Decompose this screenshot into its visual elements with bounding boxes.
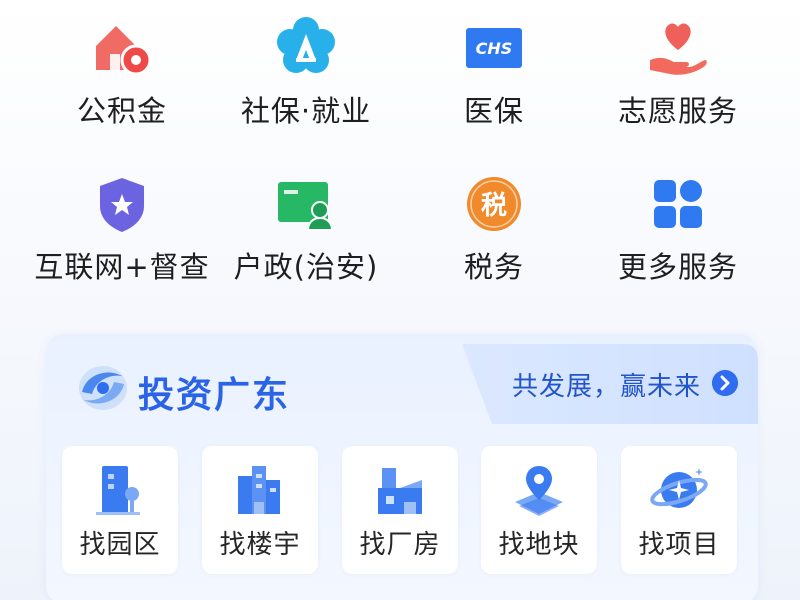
service-medical-insurance[interactable]: CHS 医保: [394, 0, 594, 150]
heart-hand-icon: [650, 23, 707, 75]
tile-label: 找园区: [79, 530, 161, 560]
tile-find-land[interactable]: 找地块: [481, 446, 597, 574]
service-label: 社保·就业: [240, 94, 372, 128]
land-pin-icon: [515, 466, 563, 516]
service-volunteer[interactable]: 志愿服务: [578, 0, 778, 150]
office-towers-icon: [238, 466, 280, 514]
service-grid: 公积金 社保·就业 CHS 医保 志愿服务 互联网+督查 户政(治安) 税 税务…: [0, 0, 800, 320]
service-household-registration[interactable]: 户政(治安): [206, 158, 406, 308]
tile-label: 找地块: [498, 530, 580, 560]
service-housing-fund[interactable]: 公积金: [22, 0, 222, 150]
invest-tiles: 找园区 找楼宇 找厂房 找地块 找项目: [62, 446, 742, 576]
service-label: 更多服务: [617, 250, 738, 284]
park-building-icon: [96, 466, 140, 515]
star-shield-icon: [100, 178, 144, 232]
service-label: 医保: [463, 94, 524, 128]
service-label: 公积金: [76, 94, 167, 128]
chevron-right-icon: [712, 370, 738, 396]
tax-glyph: 税: [481, 191, 507, 221]
grid-apps-icon: [654, 180, 702, 228]
service-label: 户政(治安): [233, 250, 379, 284]
social-security-flower-icon: [277, 17, 335, 73]
service-label: 互联网+督查: [34, 250, 210, 284]
tile-find-building[interactable]: 找楼宇: [202, 446, 318, 574]
service-internet-inspection[interactable]: 互联网+督查: [22, 158, 222, 308]
slogan-text: 共发展，赢未来: [512, 372, 702, 402]
invest-title: 投资广东: [138, 375, 291, 416]
tile-find-factory[interactable]: 找厂房: [342, 446, 458, 574]
tile-label: 找楼宇: [219, 530, 301, 560]
service-more[interactable]: 更多服务: [578, 158, 778, 308]
chs-badge-text: CHS: [476, 39, 513, 58]
chs-card-icon: CHS: [466, 28, 522, 68]
tile-find-project[interactable]: 找项目: [621, 446, 737, 574]
tax-circle-icon: 税: [467, 177, 521, 231]
house-coin-icon: [96, 26, 152, 76]
tile-label: 找项目: [638, 530, 720, 560]
planet-project-icon: [650, 468, 708, 508]
tile-find-park[interactable]: 找园区: [62, 446, 178, 574]
id-card-person-icon: [278, 182, 334, 231]
tile-label: 找厂房: [359, 530, 441, 560]
service-label: 税务: [463, 250, 524, 284]
invest-slogan-link[interactable]: 共发展，赢未来: [462, 344, 758, 424]
service-label: 志愿服务: [617, 94, 738, 128]
service-tax[interactable]: 税 税务: [394, 158, 594, 308]
service-social-security[interactable]: 社保·就业: [206, 0, 406, 150]
factory-icon: [378, 468, 422, 514]
invest-guangdong-logo-icon: [79, 366, 127, 410]
